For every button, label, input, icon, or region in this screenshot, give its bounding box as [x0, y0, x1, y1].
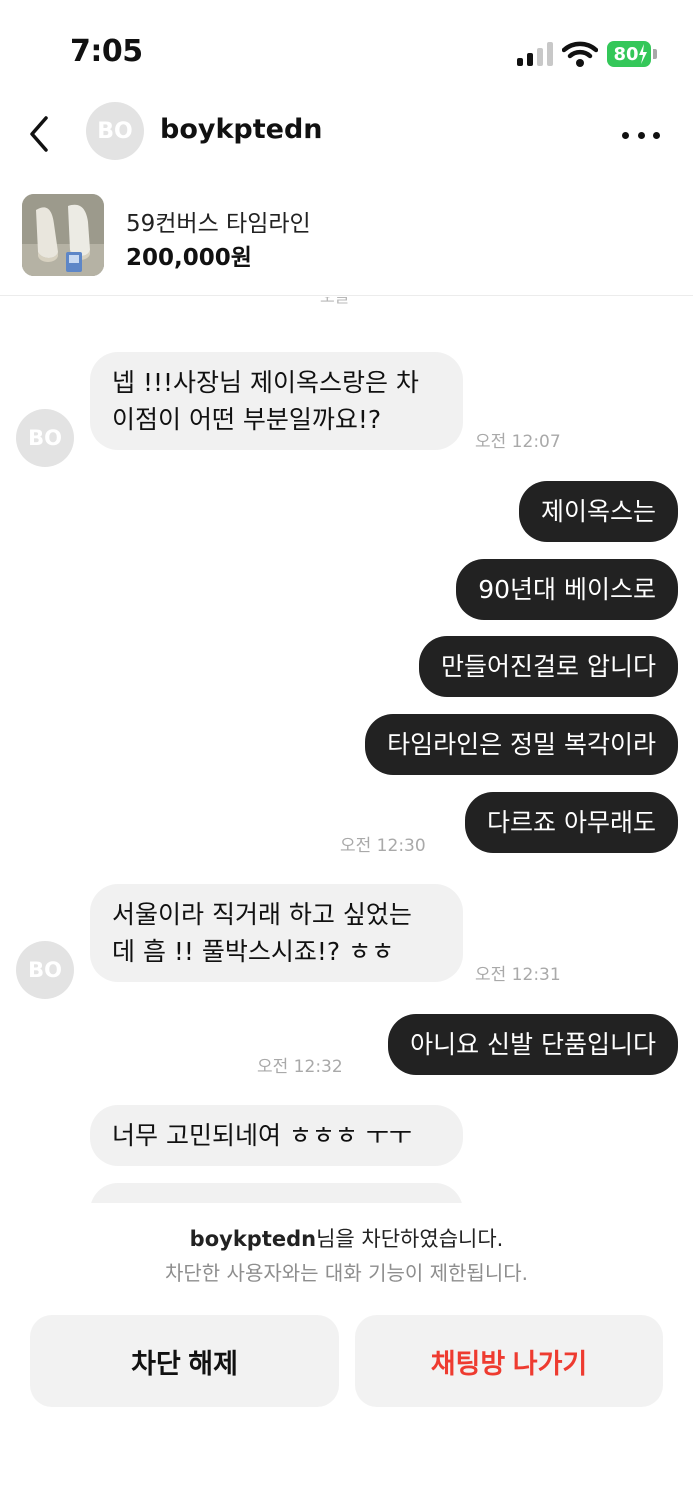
more-options-icon[interactable]	[622, 120, 660, 150]
back-arrow-icon[interactable]	[24, 114, 56, 154]
unblock-button[interactable]: 차단 해제	[30, 1315, 339, 1407]
avatar-initials: BO	[28, 426, 62, 450]
avatar-initials: BO	[28, 958, 62, 982]
battery-level: 80	[613, 43, 639, 65]
battery-cap	[653, 49, 657, 59]
incoming-message-partial[interactable]	[90, 1183, 463, 1203]
header-avatar[interactable]: BO	[86, 102, 144, 160]
product-price: 200,000원	[126, 245, 252, 271]
blocked-title-suffix: 님을 차단하였습니다.	[316, 1227, 504, 1251]
avatar-initials: BO	[97, 118, 133, 144]
message-timestamp: 오전 12:30	[340, 836, 426, 856]
outgoing-message[interactable]: 타임라인은 정밀 복각이라	[365, 714, 678, 775]
incoming-message[interactable]: 너무 고민되네여 ㅎㅎㅎ ㅜㅜ	[90, 1105, 463, 1166]
message-line: 이점이 어떤 부분일까요!?	[112, 405, 382, 434]
battery-icon: 80	[607, 41, 651, 67]
blocked-username: boykptedn	[189, 1227, 317, 1251]
message-line: 서울이라 직거래 하고 싶었는	[112, 900, 412, 929]
outgoing-message[interactable]: 90년대 베이스로	[456, 559, 678, 620]
message-timestamp: 오전 12:31	[475, 965, 561, 985]
outgoing-message[interactable]: 제이옥스는	[518, 481, 678, 542]
date-divider: 오늘	[320, 297, 349, 307]
cellular-signal-icon	[517, 42, 553, 66]
charging-bolt-icon	[639, 44, 647, 64]
message-list[interactable]: 오늘 BO 넵 !!!사장님 제이옥스랑은 차 이점이 어떤 부분일까요!? 오…	[0, 297, 693, 1203]
incoming-message[interactable]: 서울이라 직거래 하고 싶었는 데 흠 !! 풀박스시죠!? ㅎㅎ	[90, 884, 463, 982]
message-line: 넵 !!!사장님 제이옥스랑은 차	[112, 368, 419, 397]
message-timestamp: 오전 12:32	[257, 1057, 343, 1077]
blocked-title: boykptedn님을 차단하였습니다.	[0, 1223, 693, 1253]
product-title: 59컨버스 타임라인	[126, 211, 311, 237]
outgoing-message[interactable]: 아니요 신발 단품입니다	[388, 1014, 678, 1075]
chat-partner-name[interactable]: boykptedn	[160, 114, 323, 145]
leave-chat-button[interactable]: 채팅방 나가기	[355, 1315, 663, 1407]
chat-header: BO boykptedn	[0, 100, 693, 170]
message-line: 데 흠 !! 풀박스시죠!? ㅎㅎ	[112, 937, 395, 966]
status-time: 7:05	[70, 34, 143, 69]
sneaker-photo-icon	[22, 194, 104, 276]
outgoing-message[interactable]: 다르죠 아무래도	[465, 792, 678, 853]
sender-avatar[interactable]: BO	[16, 409, 74, 467]
blocked-notice: boykptedn님을 차단하였습니다. 차단한 사용자와는 대화 기능이 제한…	[0, 1203, 693, 1500]
blocked-description: 차단한 사용자와는 대화 기능이 제한됩니다.	[165, 1261, 528, 1285]
message-timestamp: 오전 12:07	[475, 432, 561, 452]
product-thumbnail	[22, 194, 104, 276]
status-bar: 7:05 80	[0, 0, 693, 100]
outgoing-message[interactable]: 만들어진걸로 압니다	[419, 636, 678, 697]
product-card[interactable]: 59컨버스 타임라인 200,000원	[0, 188, 693, 296]
sender-avatar[interactable]: BO	[16, 941, 74, 999]
incoming-message[interactable]: 넵 !!!사장님 제이옥스랑은 차 이점이 어떤 부분일까요!?	[90, 352, 463, 450]
wifi-icon	[562, 41, 598, 67]
